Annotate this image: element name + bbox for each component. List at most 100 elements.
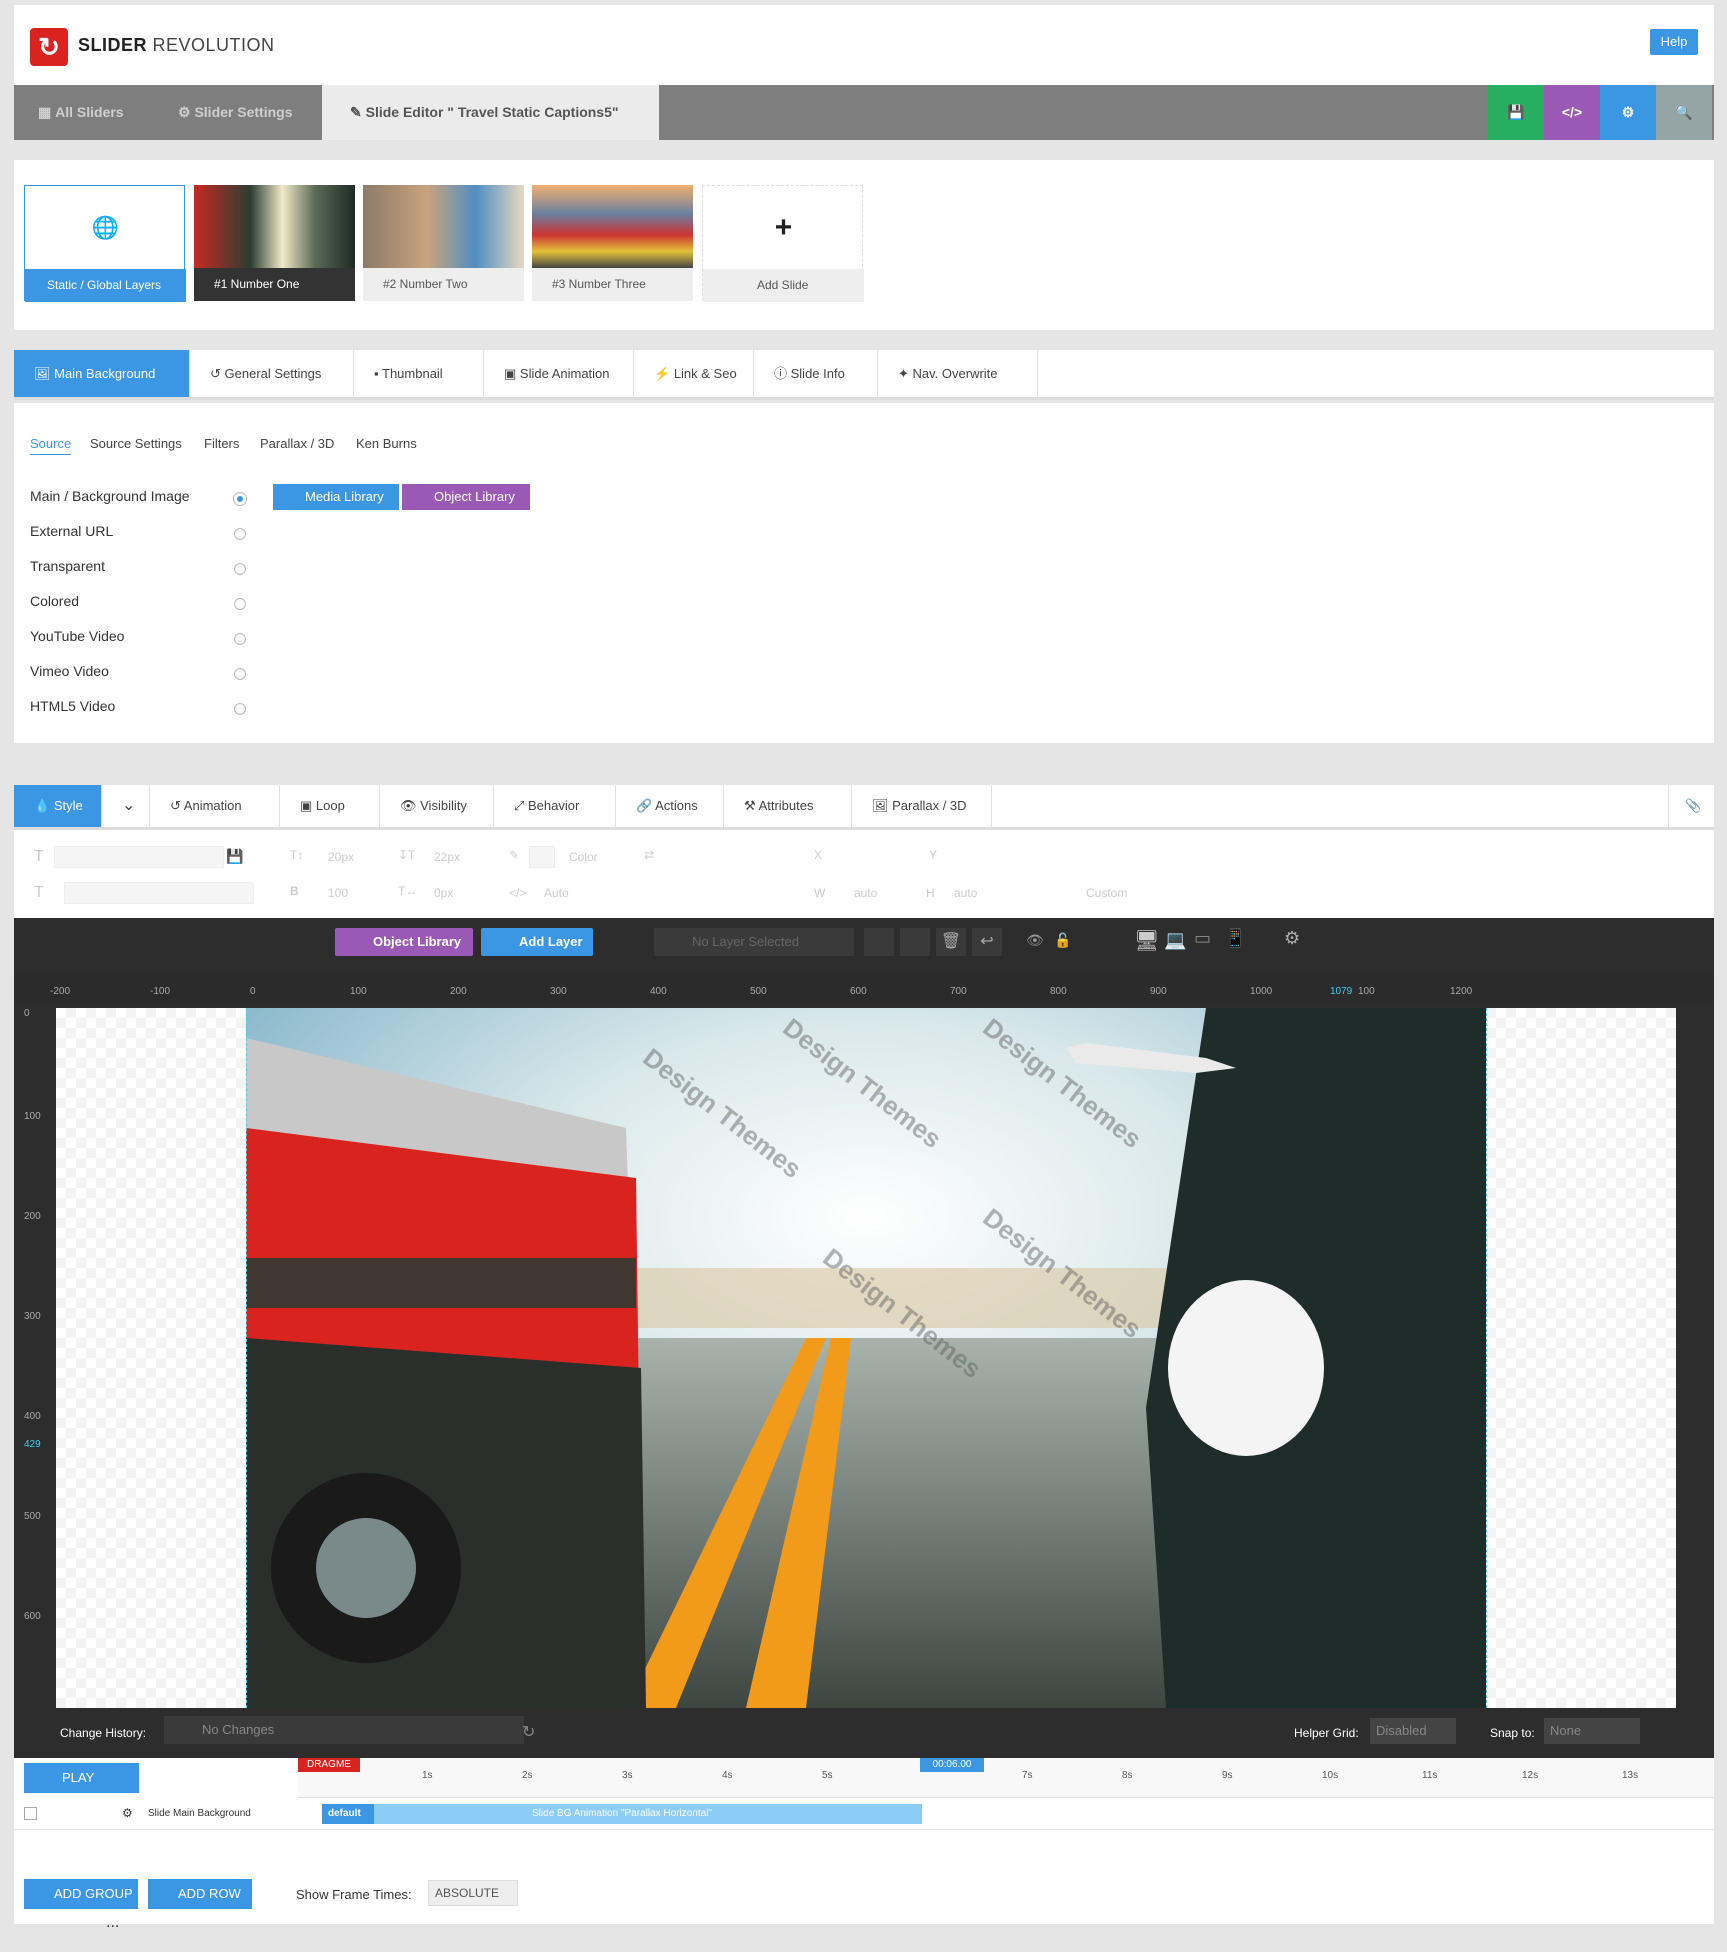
tab-animation[interactable]: ↺ Animation — [150, 785, 280, 827]
tab-visibility[interactable]: 👁 Visibility — [380, 785, 494, 827]
line-height-input[interactable]: 22px — [434, 850, 460, 864]
add-group-button[interactable]: ADD GROUP — [24, 1879, 138, 1909]
tab-behavior[interactable]: ⤢ Behavior — [494, 785, 616, 827]
laptop-icon[interactable]: 💻 — [1164, 930, 1186, 951]
phone-icon[interactable]: 📱 — [1224, 928, 1246, 949]
font-family-select[interactable] — [54, 846, 224, 868]
more-indicator: ... — [106, 1914, 120, 1931]
snap-select[interactable]: None — [1544, 1718, 1640, 1744]
timeline-tick: 2s — [522, 1770, 533, 1781]
object-library-button[interactable]: Object Library — [335, 928, 473, 956]
layer-checkbox[interactable] — [24, 1807, 37, 1820]
font-weight-input[interactable]: 100 — [328, 886, 348, 900]
subtab-ken-burns[interactable]: Ken Burns — [356, 436, 417, 451]
tab-slide-editor[interactable]: ✎ Slide Editor " Travel Static Captions5… — [322, 85, 659, 140]
tab-slide-info[interactable]: ⓘ Slide Info — [754, 350, 878, 397]
radio-colored[interactable] — [234, 598, 246, 610]
tab-link-seo[interactable]: ⚡ Link & Seo — [634, 350, 754, 397]
color-swatch[interactable] — [529, 846, 555, 868]
plus-icon: + — [774, 211, 793, 244]
tab-style[interactable]: 💧 Style — [14, 785, 102, 827]
globe-icon: 🌐 — [91, 215, 120, 240]
eye-icon[interactable]: 👁 — [1026, 932, 1044, 949]
paperclip-icon[interactable]: 📎 — [1668, 785, 1714, 827]
code-button[interactable]: </> — [1544, 85, 1600, 140]
helper-grid-select[interactable]: Disabled — [1370, 1718, 1456, 1744]
timeline-marker[interactable]: 00:06.00 — [920, 1758, 984, 1772]
radio-external-url[interactable] — [234, 528, 246, 540]
height-input[interactable]: auto — [954, 886, 977, 900]
font-size-input[interactable]: 20px — [328, 850, 354, 864]
refresh-icon[interactable]: ↻ — [522, 1722, 535, 1742]
tab-slider-settings[interactable]: ⚙ Slider Settings — [178, 85, 292, 140]
source-label: HTML5 Video — [30, 698, 116, 714]
play-button[interactable]: PLAY — [24, 1763, 139, 1793]
thumbnail-icon: ▪ — [374, 366, 382, 381]
save-button[interactable]: 💾 — [1488, 85, 1544, 140]
media-library-button[interactable]: Media Library — [273, 484, 399, 510]
timeline-tick: 8s — [1122, 1770, 1133, 1781]
subtab-source[interactable]: Source — [30, 436, 72, 455]
duplicate-button[interactable] — [864, 928, 894, 956]
layer-selector[interactable]: No Layer Selected — [654, 928, 854, 956]
tab-thumbnail[interactable]: ▪ Thumbnail — [354, 350, 484, 397]
add-row-button[interactable]: ADD ROW — [148, 1879, 252, 1909]
slider-revolution-logo-icon: ↻ — [30, 28, 68, 66]
tab-slide-animation[interactable]: ▣ Slide Animation — [484, 350, 634, 397]
lock-icon[interactable]: 🔓 — [1054, 932, 1071, 949]
slide-label: Static / Global Layers — [25, 269, 186, 302]
visibility-settings-icon[interactable]: ⚙ — [1284, 928, 1300, 949]
radio-vimeo[interactable] — [234, 668, 246, 680]
width-input[interactable]: auto — [854, 886, 877, 900]
add-slide-button[interactable]: + Add Slide — [702, 185, 864, 302]
radio-youtube[interactable] — [234, 633, 246, 645]
layer-properties: T 💾 T↕ 20px ↧T 22px ✎ Color ⇄ X Y T B 10… — [14, 830, 1714, 918]
chevron-down-icon[interactable]: ⌄ — [102, 785, 150, 827]
dragme-handle[interactable]: DRAGME — [298, 1758, 360, 1772]
trash-icon[interactable]: 🗑 — [936, 928, 966, 956]
frame-times-select[interactable]: ABSOLUTE — [428, 1880, 518, 1906]
animation-bar[interactable]: Slide BG Animation "Parallax Horizontal" — [322, 1804, 922, 1824]
tab-actions[interactable]: 🔗 Actions — [616, 785, 724, 827]
radio-main-background[interactable] — [234, 493, 246, 505]
cover-mode-select[interactable]: Custom — [1086, 886, 1127, 900]
radio-transparent[interactable] — [234, 563, 246, 575]
preview-button[interactable]: 🔍 — [1656, 85, 1712, 140]
copy-button[interactable] — [900, 928, 930, 956]
font-style-select[interactable] — [64, 882, 254, 904]
slide-1[interactable]: #1 Number One — [194, 185, 355, 301]
layer-tabs: 💧 Style ⌄ ↺ Animation ▣ Loop 👁 Visibilit… — [14, 785, 1714, 830]
slide-2[interactable]: #2 Number Two — [363, 185, 524, 301]
help-button[interactable]: Help — [1650, 29, 1698, 55]
change-history-select[interactable]: No Changes — [164, 1716, 524, 1744]
align-left-icon[interactable]: ⇄ — [644, 848, 654, 862]
whitespace-select[interactable]: Auto — [544, 886, 569, 900]
save-icon[interactable]: 💾 — [226, 848, 243, 865]
tab-all-sliders[interactable]: ▦ All Sliders — [38, 85, 124, 140]
settings-button[interactable]: ⚙ — [1600, 85, 1656, 140]
tab-main-background[interactable]: 🖼 Main Background — [14, 350, 190, 397]
tablet-icon[interactable]: ▭ — [1194, 928, 1211, 949]
slide-canvas[interactable]: Design Themes Design Themes Design Theme… — [56, 1008, 1676, 1708]
tab-attributes[interactable]: ⚒ Attributes — [724, 785, 852, 827]
tab-parallax-3d[interactable]: 🖼 Parallax / 3D — [852, 785, 992, 827]
letter-spacing-icon: T↔ — [398, 884, 418, 898]
tools-icon: ⚒ — [744, 798, 759, 813]
tab-loop[interactable]: ▣ Loop — [280, 785, 380, 827]
tab-general-settings[interactable]: ↺ General Settings — [190, 350, 354, 397]
object-library-button[interactable]: Object Library — [402, 484, 530, 510]
subtab-parallax[interactable]: Parallax / 3D — [260, 436, 334, 451]
radio-html5-video[interactable] — [234, 703, 246, 715]
subtab-source-settings[interactable]: Source Settings — [90, 436, 182, 451]
slide-static-global[interactable]: 🌐 Static / Global Layers — [24, 185, 186, 302]
ruler-label: 900 — [1150, 986, 1167, 997]
add-layer-button[interactable]: Add Layer — [481, 928, 593, 956]
letter-spacing-input[interactable]: 0px — [434, 886, 453, 900]
unlink-icon[interactable]: ↩ — [972, 928, 1002, 956]
subtab-filters[interactable]: Filters — [204, 436, 239, 451]
slide-3[interactable]: #3 Number Three — [532, 185, 693, 301]
source-label: Vimeo Video — [30, 663, 109, 679]
tab-nav-overwrite[interactable]: ✦ Nav. Overwrite — [878, 350, 1038, 397]
desktop-icon[interactable]: 🖥 — [1134, 928, 1159, 953]
ruler-label: 700 — [950, 986, 967, 997]
